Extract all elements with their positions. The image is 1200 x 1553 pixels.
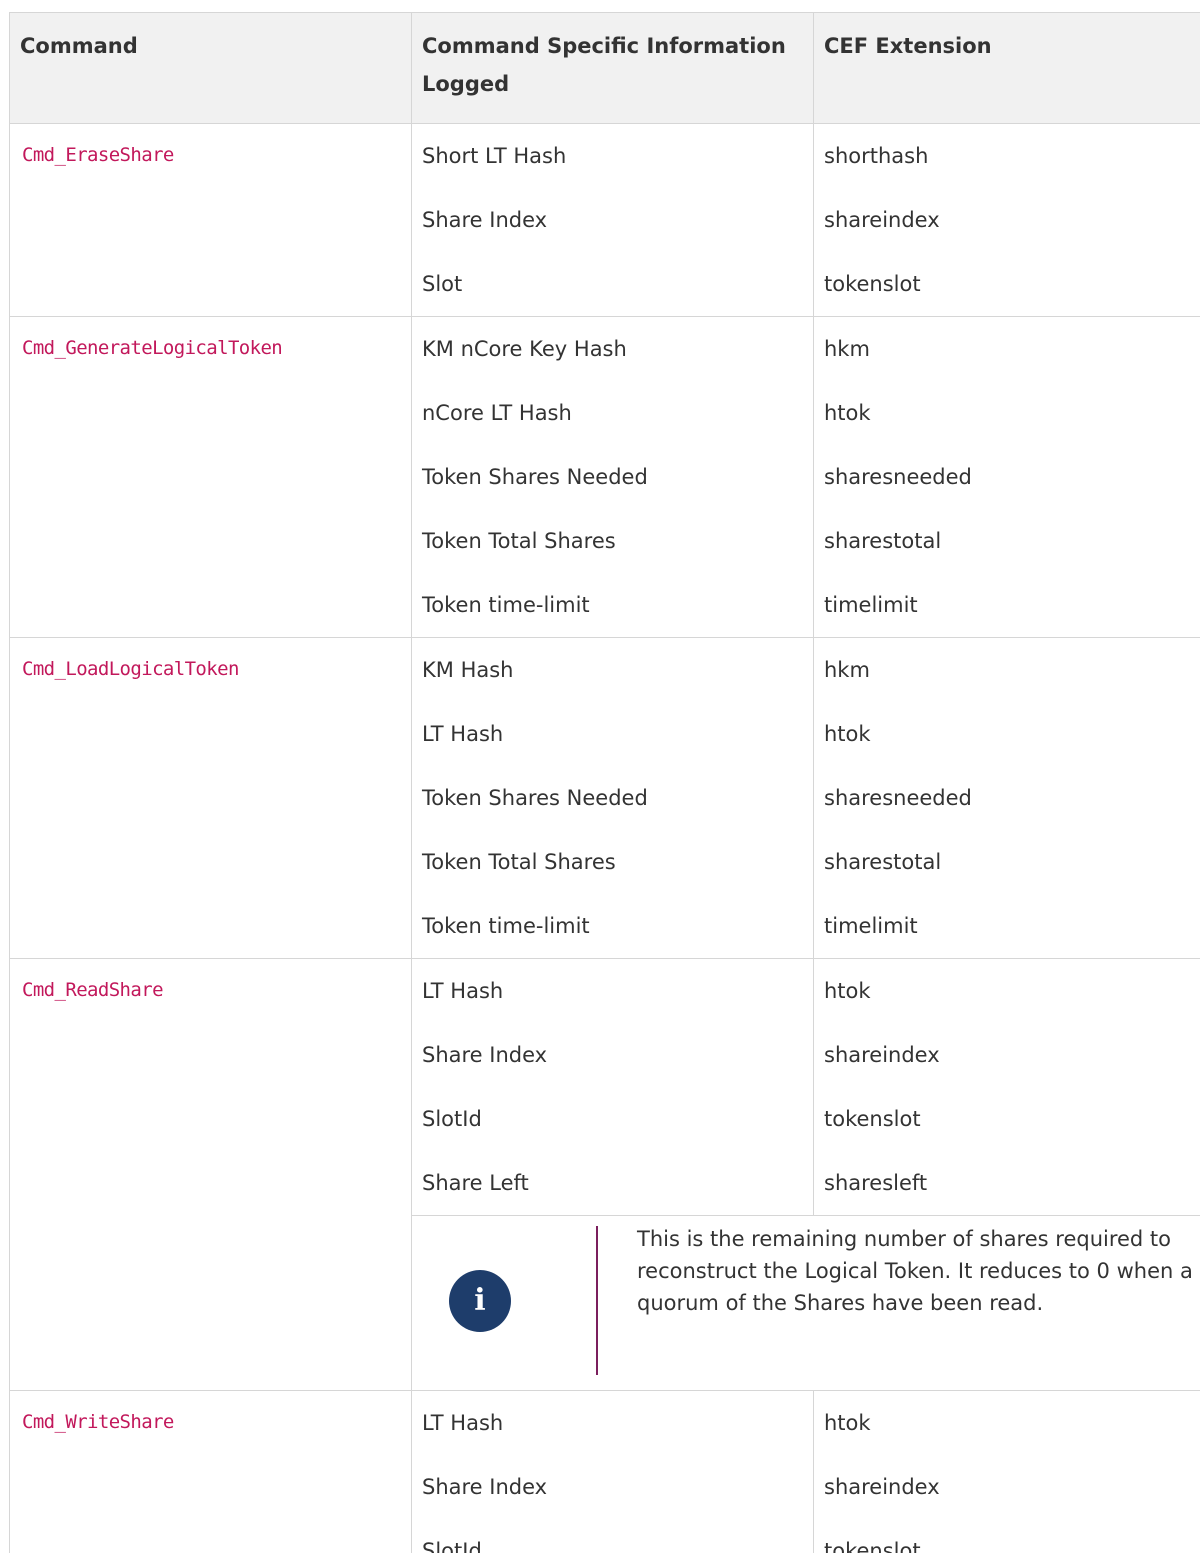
info-line: nCore LT Hash xyxy=(422,401,572,425)
table-row: Cmd_WriteShare LT Hash Share Index SlotI… xyxy=(9,1390,1200,1553)
note-divider xyxy=(596,1226,598,1375)
info-cell: Short LT Hash Share Index Slot xyxy=(411,123,814,317)
info-cell: KM nCore Key Hash nCore LT Hash Token Sh… xyxy=(411,316,814,638)
info-line: LT Hash xyxy=(422,722,504,746)
cef-line: shareindex xyxy=(824,208,940,232)
table-header-row: Command Command Specific Information Log… xyxy=(9,12,1200,124)
cef-cell: hkm htok sharesneeded sharestotal timeli… xyxy=(813,637,1200,959)
cef-line: htok xyxy=(824,722,871,746)
header-command: Command xyxy=(9,12,412,124)
info-note: i This is the remaining number of shares… xyxy=(412,1216,1200,1390)
info-line: Token time-limit xyxy=(422,914,590,938)
note-cell: i This is the remaining number of shares… xyxy=(411,1215,1200,1391)
cef-line: htok xyxy=(824,401,871,425)
info-line: KM Hash xyxy=(422,658,514,682)
header-info: Command Specific Information Logged xyxy=(411,12,814,124)
command-cell: Cmd_GenerateLogicalToken xyxy=(9,316,412,638)
info-line: Share Index xyxy=(422,1475,548,1499)
cef-line: hkm xyxy=(824,337,870,361)
info-line: Token Shares Needed xyxy=(422,465,648,489)
info-line: SlotId xyxy=(422,1539,482,1553)
command-cell: Cmd_LoadLogicalToken xyxy=(9,637,412,959)
cef-line: tokenslot xyxy=(824,1539,921,1553)
table-row: Cmd_LoadLogicalToken KM Hash LT Hash Tok… xyxy=(9,637,1200,959)
cef-line: sharestotal xyxy=(824,529,942,553)
info-cell: KM Hash LT Hash Token Shares Needed Toke… xyxy=(411,637,814,959)
cef-line: sharesneeded xyxy=(824,786,972,810)
command-cell: Cmd_EraseShare xyxy=(9,123,412,317)
info-line: Token Total Shares xyxy=(422,529,616,553)
info-line: Token Shares Needed xyxy=(422,786,648,810)
cef-line: timelimit xyxy=(824,914,918,938)
note-text: This is the remaining number of shares r… xyxy=(637,1227,1193,1315)
cef-line: timelimit xyxy=(824,593,918,617)
table-row: Cmd_ReadShare LT Hash Share Index SlotId… xyxy=(9,958,1200,1391)
cef-cell: shorthash shareindex tokenslot xyxy=(813,123,1200,317)
table-row: Cmd_GenerateLogicalToken KM nCore Key Ha… xyxy=(9,316,1200,638)
header-cef: CEF Extension xyxy=(813,12,1200,124)
cef-line: sharesneeded xyxy=(824,465,972,489)
cef-line: htok xyxy=(824,979,871,1003)
info-line: KM nCore Key Hash xyxy=(422,337,627,361)
info-cell: LT Hash Share Index SlotId Share Left xyxy=(411,958,814,1216)
info-line: Short LT Hash xyxy=(422,144,567,168)
page: Command Command Specific Information Log… xyxy=(0,0,1200,1553)
cef-line: hkm xyxy=(824,658,870,682)
info-line: LT Hash xyxy=(422,1411,504,1435)
info-line: Share Index xyxy=(422,208,548,232)
info-cell: LT Hash Share Index SlotId xyxy=(411,1390,814,1553)
cef-line: sharestotal xyxy=(824,850,942,874)
cef-cell: hkm htok sharesneeded sharestotal timeli… xyxy=(813,316,1200,638)
cef-line: shareindex xyxy=(824,1475,940,1499)
cef-line: shareindex xyxy=(824,1043,940,1067)
cef-line: tokenslot xyxy=(824,1107,921,1131)
info-line: Slot xyxy=(422,272,463,296)
table-row: Cmd_EraseShare Short LT Hash Share Index… xyxy=(9,123,1200,317)
info-icon: i xyxy=(449,1270,511,1332)
info-line: LT Hash xyxy=(422,979,504,1003)
cef-line: sharesleft xyxy=(824,1171,928,1195)
info-line: Token time-limit xyxy=(422,593,590,617)
info-line: Share Left xyxy=(422,1171,529,1195)
info-line: SlotId xyxy=(422,1107,482,1131)
info-line: Share Index xyxy=(422,1043,548,1067)
cef-cell: htok shareindex tokenslot sharesleft xyxy=(813,958,1200,1216)
command-cell: Cmd_WriteShare xyxy=(9,1390,412,1553)
command-cell: Cmd_ReadShare xyxy=(9,958,412,1391)
cef-line: htok xyxy=(824,1411,871,1435)
info-line: Token Total Shares xyxy=(422,850,616,874)
cef-cell: htok shareindex tokenslot xyxy=(813,1390,1200,1553)
command-log-table: Command Command Specific Information Log… xyxy=(9,12,1200,1553)
cef-line: shorthash xyxy=(824,144,929,168)
cef-line: tokenslot xyxy=(824,272,921,296)
